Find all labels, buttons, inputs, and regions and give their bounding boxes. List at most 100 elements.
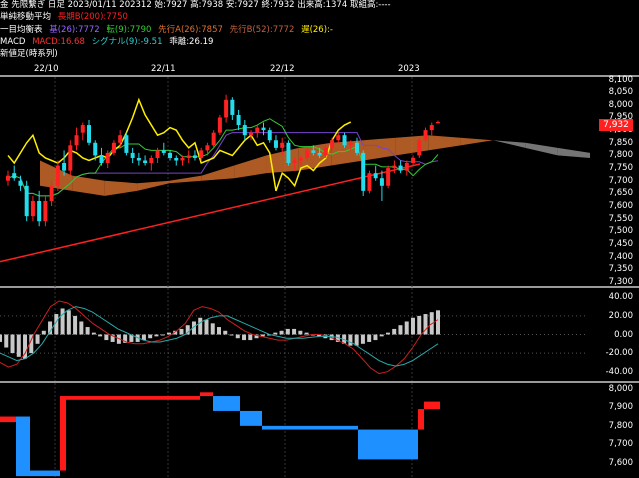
newvalue-box — [0, 416, 16, 423]
candle-body — [12, 173, 17, 179]
candle-body — [286, 142, 291, 164]
candle-body — [404, 163, 409, 171]
newvalue-tick-label: 7,900 — [608, 402, 633, 413]
macd-histogram-bar — [417, 315, 422, 335]
price-tick-label: 7,550 — [608, 213, 633, 224]
candle-body — [74, 135, 79, 146]
candle-body — [136, 157, 141, 161]
candle-body — [230, 99, 235, 115]
candle-body — [143, 160, 148, 164]
macd-histogram-bar — [392, 328, 397, 335]
candle-body — [24, 185, 29, 217]
macd-histogram-bar — [35, 334, 40, 344]
macd-histogram-bar — [410, 317, 415, 335]
macd-histogram-bar — [91, 332, 96, 335]
candle-body — [417, 140, 422, 156]
candle-body — [93, 142, 98, 156]
macd-histogram-bar — [248, 334, 253, 341]
newvalue-tick-label: 7,600 — [608, 458, 633, 469]
candle-body — [80, 125, 85, 133]
price-tick-label: 8,000 — [608, 99, 633, 110]
ma-label: 単純移動平均 — [0, 12, 52, 22]
candle-body — [423, 130, 428, 141]
macd-histogram-bar — [242, 334, 247, 341]
macd-histogram-bar — [210, 323, 215, 335]
ichimoku-cloud-segment — [104, 180, 138, 196]
candle-body — [298, 157, 303, 161]
macd-histogram-bar — [298, 330, 303, 335]
macd-histogram-bar — [404, 321, 409, 335]
candle-body — [192, 155, 197, 158]
macd-tick-label: 20.00 — [608, 310, 633, 321]
ichimoku-cloud-segment — [72, 175, 105, 196]
macd-histogram-bar — [66, 310, 71, 335]
candle-body — [174, 157, 179, 161]
macd-histogram-bar — [354, 334, 359, 346]
macd-histogram-bar — [348, 334, 353, 346]
candle-body — [180, 157, 185, 161]
macd-histogram-bar — [179, 328, 184, 335]
xaxis-label: 22/11 — [151, 64, 176, 74]
header-ichimoku: 一目均衡表 基(26):7772 転(9):7790 先行A(26):7857 … — [0, 25, 337, 36]
candle-body — [311, 150, 316, 153]
price-tick-label: 7,700 — [608, 175, 633, 186]
candle-body — [168, 152, 173, 158]
price-tick-label: 7,600 — [608, 201, 633, 212]
candle-body — [224, 99, 229, 118]
candle-body — [87, 125, 92, 143]
candle-body — [367, 173, 372, 191]
macd-histogram-bar — [60, 308, 65, 335]
candle-body — [249, 132, 254, 136]
ichimoku-cloud-segment — [557, 147, 590, 158]
newvalue-box — [60, 396, 66, 471]
candle-body — [429, 125, 434, 131]
candle-body — [317, 152, 322, 156]
candle-body — [280, 142, 285, 148]
newvalue-box — [16, 416, 30, 477]
candle-body — [217, 117, 222, 133]
candle-body — [354, 142, 359, 153]
macd-histogram-bar — [285, 328, 290, 335]
macd-histogram-bar — [160, 334, 165, 336]
macd-histogram-bar — [16, 334, 21, 357]
macd-histogram-bar — [292, 328, 297, 335]
ichimoku-cloud-segment — [137, 180, 170, 191]
price-tick-label: 7,800 — [608, 150, 633, 161]
ichimoku-cloud-segment — [234, 155, 267, 179]
newvalue-box — [424, 401, 440, 410]
ichimoku-span-a: 先行A(26):7857 — [158, 25, 223, 35]
candle-body — [267, 130, 272, 141]
ma-value: 長期B(200):7750 — [57, 12, 128, 22]
candle-body — [348, 142, 353, 146]
macd-histogram-bar — [85, 327, 90, 335]
macd-chart[interactable] — [0, 288, 639, 381]
newvalue-box — [262, 425, 358, 430]
newvalue-box — [418, 409, 424, 430]
newvalue-box — [66, 396, 200, 400]
candle-body — [261, 127, 266, 131]
candle-body — [55, 165, 60, 186]
symbol-info: 金 先限繋ぎ 日足 2023/01/11 202312 始:7927 高:793… — [0, 0, 391, 10]
macd-histogram-bar — [79, 321, 84, 335]
macd-histogram-bar — [41, 330, 46, 335]
candle-body — [6, 175, 10, 181]
candle-body — [211, 132, 216, 146]
xaxis-label: 22/12 — [270, 64, 295, 74]
macd-histogram-bar — [148, 334, 153, 339]
ichimoku-label: 一目均衡表 — [0, 25, 43, 35]
ichimoku-cloud-segment — [428, 135, 461, 151]
newvalue-chart[interactable] — [0, 383, 639, 478]
candle-body — [373, 173, 378, 179]
price-chart[interactable] — [0, 77, 639, 287]
candle-body — [68, 145, 73, 171]
candle-body — [118, 135, 123, 143]
macd-histogram-bar — [385, 332, 390, 335]
ichimoku-cloud-segment — [201, 165, 235, 181]
macd-histogram-bar — [4, 334, 9, 348]
macd-histogram-bar — [235, 334, 240, 339]
price-tick-label: 7,750 — [608, 163, 633, 174]
candle-body — [124, 135, 129, 153]
candle-body — [255, 127, 260, 133]
newvalue-box — [200, 392, 213, 397]
macd-histogram-bar — [273, 332, 278, 335]
